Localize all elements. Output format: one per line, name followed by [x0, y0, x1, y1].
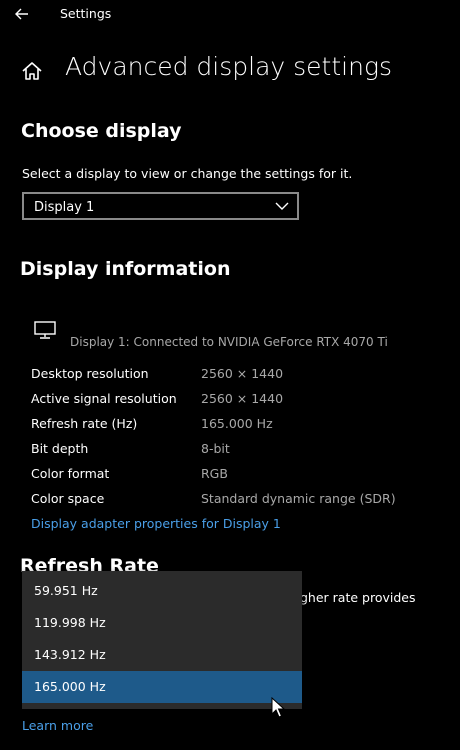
display-select-value: Display 1: [34, 200, 95, 215]
display-connection-text: Display 1: Connected to NVIDIA GeForce R…: [70, 335, 388, 349]
monitor-icon: [34, 321, 56, 339]
info-value: 2560 × 1440: [201, 391, 284, 406]
info-row-color-space: Color space Standard dynamic range (SDR): [31, 491, 451, 511]
choose-display-description: Select a display to view or change the s…: [22, 166, 353, 181]
refresh-rate-option-label: 59.951 Hz: [34, 583, 98, 598]
info-value: RGB: [201, 466, 228, 481]
info-label: Active signal resolution: [31, 391, 177, 406]
info-row-bit-depth: Bit depth 8-bit: [31, 441, 451, 461]
info-label: Color space: [31, 491, 105, 506]
refresh-rate-option-selected[interactable]: 165.000 Hz: [22, 671, 302, 703]
info-row-active-signal-resolution: Active signal resolution 2560 × 1440: [31, 391, 451, 411]
refresh-rate-option[interactable]: 119.998 Hz: [22, 607, 302, 639]
info-label: Bit depth: [31, 441, 89, 456]
display-information-heading: Display information: [20, 258, 231, 280]
info-row-color-format: Color format RGB: [31, 466, 451, 486]
back-button[interactable]: [10, 2, 34, 26]
choose-display-heading: Choose display: [21, 120, 182, 142]
display-adapter-properties-link[interactable]: Display adapter properties for Display 1: [31, 516, 281, 531]
display-select[interactable]: Display 1: [22, 192, 299, 220]
chevron-down-icon: [275, 202, 289, 210]
info-value: 8-bit: [201, 441, 230, 456]
info-row-desktop-resolution: Desktop resolution 2560 × 1440: [31, 366, 451, 386]
info-row-refresh-rate: Refresh rate (Hz) 165.000 Hz: [31, 416, 451, 436]
refresh-rate-dropdown[interactable]: 59.951 Hz 119.998 Hz 143.912 Hz 165.000 …: [22, 571, 302, 709]
refresh-rate-option[interactable]: 59.951 Hz: [22, 575, 302, 607]
mouse-cursor-icon: [271, 697, 286, 718]
refresh-rate-option-label: 143.912 Hz: [34, 647, 106, 662]
info-value: 2560 × 1440: [201, 366, 284, 381]
info-label: Refresh rate (Hz): [31, 416, 138, 431]
title-bar: Settings: [0, 0, 460, 30]
window-title: Settings: [60, 6, 112, 21]
refresh-rate-option-label: 119.998 Hz: [34, 615, 106, 630]
info-value: Standard dynamic range (SDR): [201, 491, 396, 506]
refresh-rate-option-label: 165.000 Hz: [34, 679, 106, 694]
settings-window: Settings Advanced display settings Choos…: [0, 0, 460, 750]
home-icon[interactable]: [20, 59, 44, 83]
learn-more-link[interactable]: Learn more: [22, 718, 93, 733]
back-arrow-icon: [15, 8, 28, 20]
refresh-rate-option[interactable]: 143.912 Hz: [22, 639, 302, 671]
info-value: 165.000 Hz: [201, 416, 273, 431]
page-title: Advanced display settings: [65, 52, 392, 81]
refresh-rate-description: gher rate provides: [300, 590, 416, 605]
info-label: Color format: [31, 466, 110, 481]
info-label: Desktop resolution: [31, 366, 149, 381]
